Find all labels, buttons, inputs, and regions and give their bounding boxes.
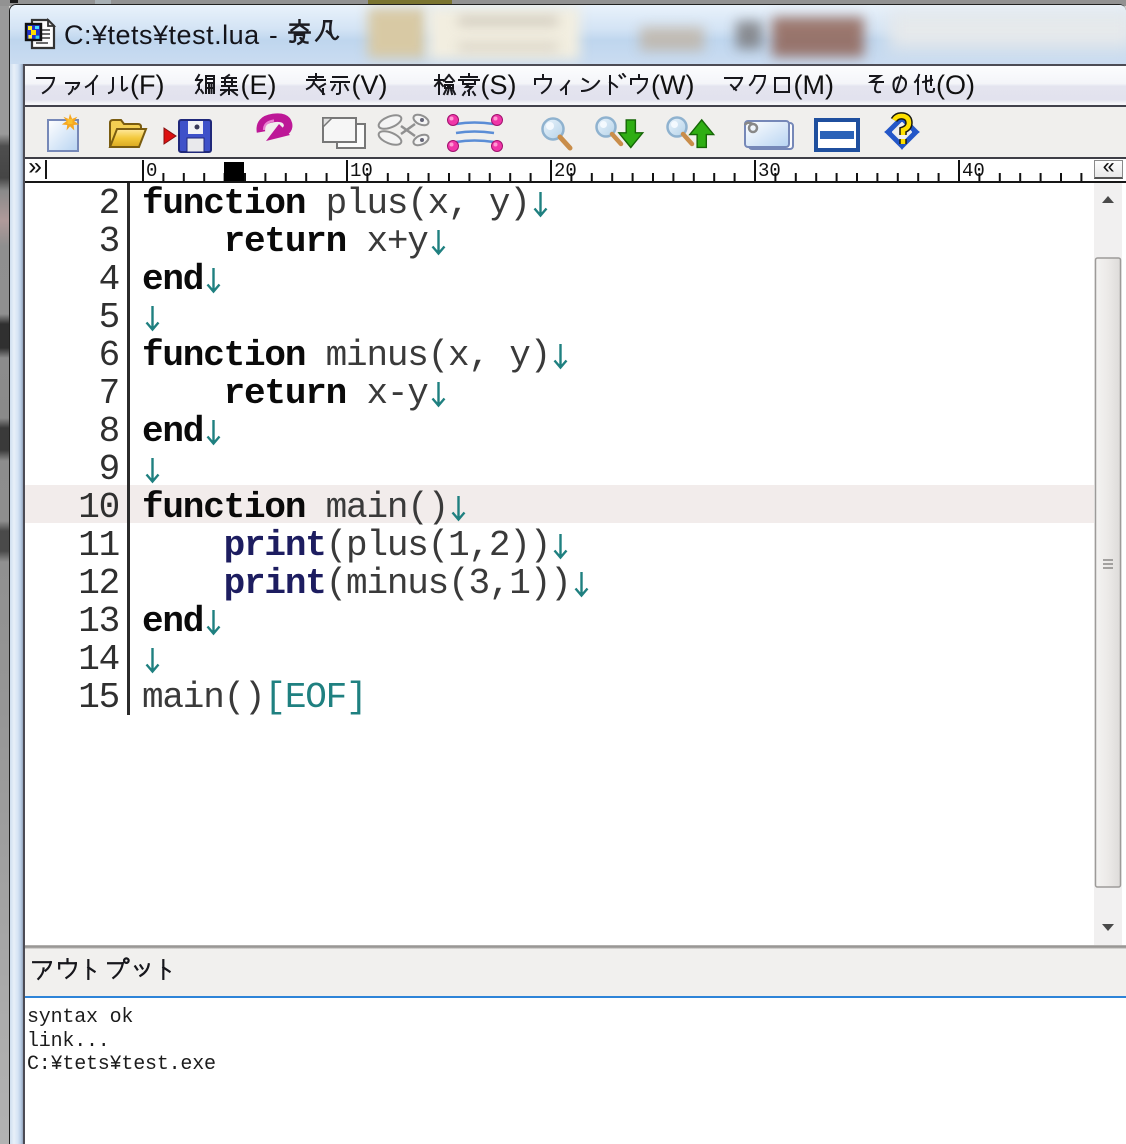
svg-text:30: 30 [758,160,781,181]
svg-text:40: 40 [962,160,985,181]
svg-text:10: 10 [350,160,373,181]
svg-text:20: 20 [554,160,577,181]
svg-text:0: 0 [146,160,157,181]
